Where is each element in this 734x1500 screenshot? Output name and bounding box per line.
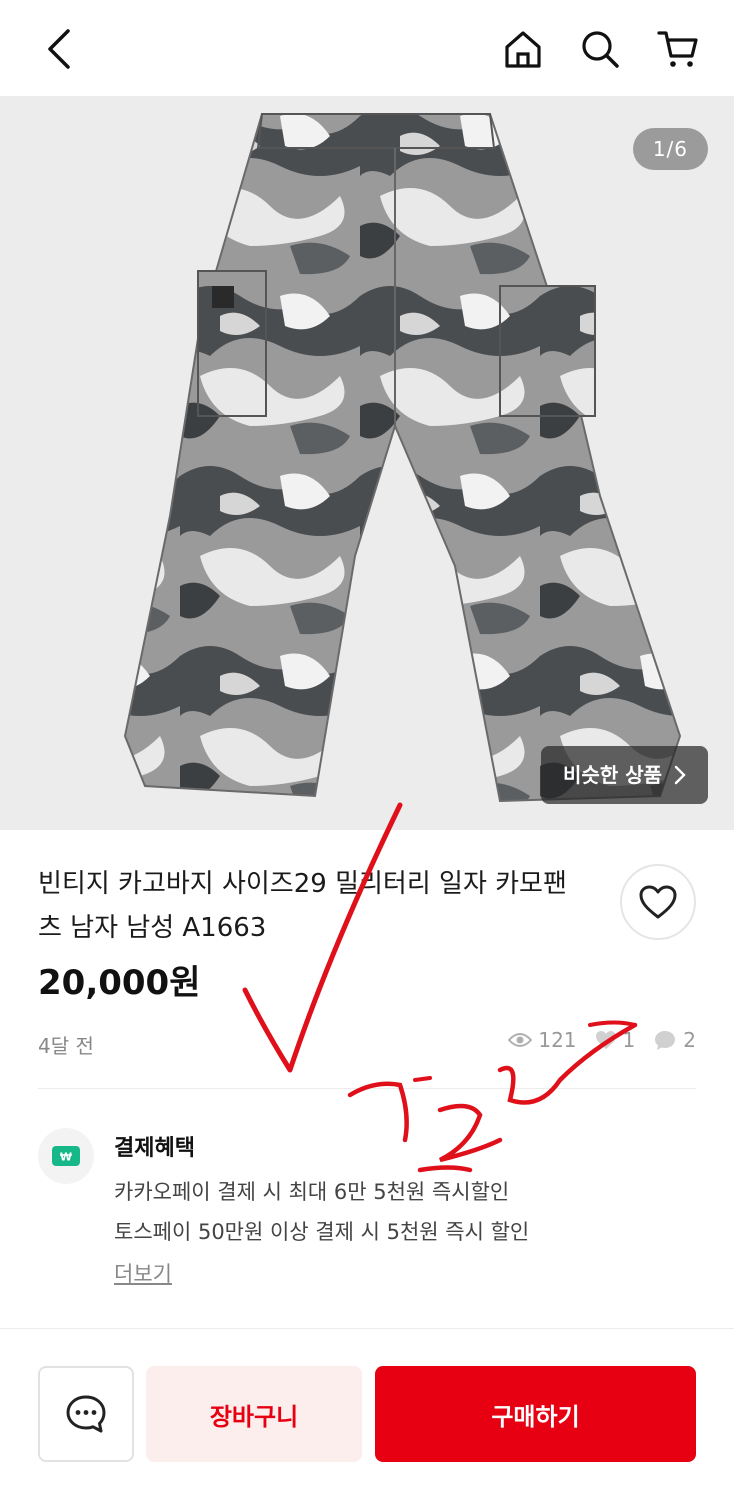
add-to-cart-button[interactable]: 장바구니 bbox=[146, 1366, 362, 1462]
back-arrow-icon[interactable] bbox=[36, 26, 82, 72]
search-icon[interactable] bbox=[577, 26, 623, 72]
chevron-right-icon bbox=[674, 765, 686, 785]
buy-button[interactable]: 구매하기 bbox=[375, 1366, 696, 1462]
similar-products-label: 비슷한 상품 bbox=[563, 763, 662, 787]
like-button[interactable] bbox=[620, 864, 696, 940]
benefit-title: 결제혜택 bbox=[114, 1136, 195, 1161]
divider bbox=[38, 1088, 696, 1089]
likes-stat: 1 bbox=[595, 1028, 636, 1052]
bottom-divider bbox=[0, 1328, 734, 1329]
product-image[interactable]: 1/6 비슷한 상품 bbox=[0, 96, 734, 830]
likes-count: 1 bbox=[622, 1028, 636, 1052]
top-bar bbox=[0, 0, 734, 96]
chat-button[interactable] bbox=[38, 1366, 134, 1462]
heart-icon bbox=[639, 885, 677, 919]
views-count: 121 bbox=[538, 1028, 577, 1052]
camo-pants-image bbox=[123, 113, 682, 803]
similar-products-button[interactable]: 비슷한 상품 bbox=[541, 746, 708, 804]
home-icon[interactable] bbox=[500, 26, 546, 72]
benefit-kakaopay: 카카오페이 결제 시 최대 6만 5천원 즉시할인 bbox=[114, 1180, 510, 1204]
views-stat: 121 bbox=[508, 1028, 577, 1052]
stats: 121 1 2 bbox=[498, 1028, 696, 1052]
svg-text:₩: ₩ bbox=[60, 1151, 72, 1164]
posted-time: 4달 전 bbox=[38, 1034, 94, 1058]
chats-count: 2 bbox=[683, 1028, 696, 1052]
payment-benefit-icon: ₩ bbox=[38, 1128, 94, 1184]
heart-small-icon bbox=[595, 1031, 616, 1049]
product-title: 빈티지 카고바지 사이즈29 밀리터리 일자 카모팬츠 남자 남성 A1663 bbox=[38, 869, 567, 943]
chat-bubble-icon bbox=[655, 1031, 676, 1050]
benefit-tosspay: 토스페이 50만원 이상 결제 시 5천원 즉시 할인 bbox=[114, 1220, 530, 1244]
image-counter: 1/6 bbox=[632, 128, 708, 170]
cart-icon[interactable] bbox=[655, 26, 701, 72]
more-link[interactable]: 더보기 bbox=[114, 1258, 172, 1288]
chat-icon bbox=[66, 1395, 106, 1433]
eye-icon bbox=[508, 1033, 533, 1047]
product-price: 20,000원 bbox=[38, 963, 201, 1003]
chats-stat: 2 bbox=[653, 1028, 696, 1052]
